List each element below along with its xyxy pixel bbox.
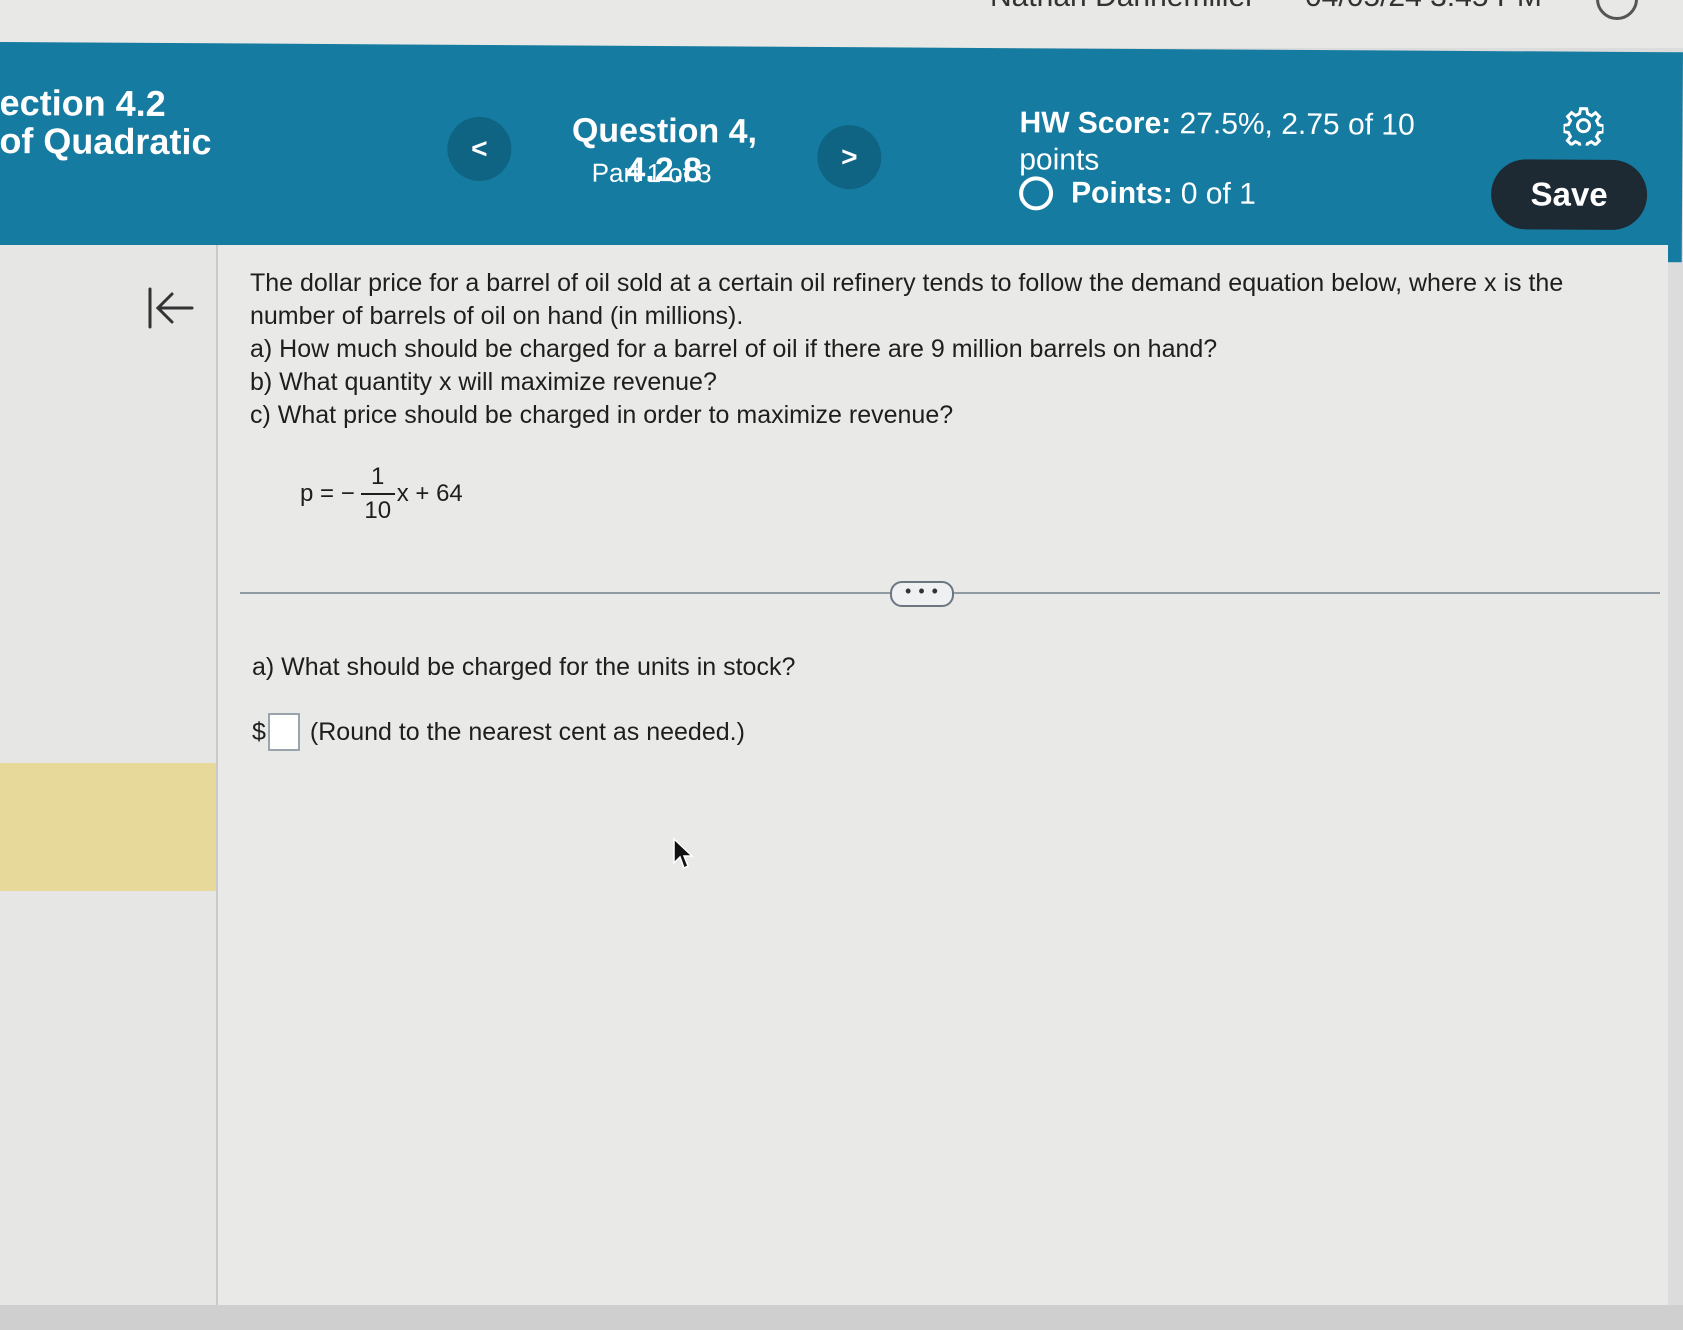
expand-handle[interactable]: • • • xyxy=(890,581,954,607)
rounding-hint: (Round to the nearest cent as needed.) xyxy=(309,717,745,746)
mouse-cursor-icon xyxy=(673,837,694,870)
top-bar: Nathan Dannemiller 04/05/24 3:45 PM xyxy=(0,0,1683,48)
question-header: ection 4.2 of Quadratic < Question 4, 4.… xyxy=(0,42,1683,263)
user-name: Nathan Dannemiller xyxy=(990,0,1255,14)
sidebar xyxy=(0,245,218,1305)
fraction-numerator: 1 xyxy=(360,463,395,495)
answer-input[interactable] xyxy=(267,713,300,751)
points-value: 0 of 1 xyxy=(1180,177,1256,211)
question-part-a: a) How much should be charged for a barr… xyxy=(250,335,1218,363)
points-label: Points: xyxy=(1070,176,1173,211)
save-button[interactable]: Save xyxy=(1490,159,1648,231)
equation-fraction: 1 10 xyxy=(360,463,395,525)
collapse-left-icon[interactable] xyxy=(144,285,196,331)
next-question-button[interactable]: > xyxy=(817,124,882,190)
question-text: The dollar price for a barrel of oil sol… xyxy=(250,267,1670,432)
question-line-1: The dollar price for a barrel of oil sol… xyxy=(250,269,1564,297)
hw-score-label: HW Score: xyxy=(1019,106,1172,141)
question-line-2: number of barrels of oil on hand (in mil… xyxy=(250,302,744,330)
previous-question-button[interactable]: < xyxy=(447,116,512,182)
question-part-c: c) What price should be charged in order… xyxy=(250,401,954,429)
hw-score: HW Score: 27.5%, 2.75 of 10 points xyxy=(1019,104,1439,181)
datetime: 04/05/24 3:45 PM xyxy=(1305,0,1542,14)
demand-equation: p = − 1 10 x + 64 xyxy=(300,463,463,525)
currency-symbol: $ xyxy=(252,717,266,746)
answer-row: $ (Round to the nearest cent as needed.) xyxy=(252,713,745,751)
equation-rhs: x + 64 xyxy=(396,480,463,507)
question-part-b: b) What quantity x will maximize revenue… xyxy=(250,368,717,396)
section-title: ection 4.2 of Quadratic xyxy=(0,81,212,163)
gear-icon[interactable] xyxy=(1563,106,1604,146)
bottom-edge xyxy=(0,1305,1683,1330)
sidebar-current-item[interactable] xyxy=(0,763,216,891)
equation-lhs: p = − xyxy=(300,480,355,507)
points-status: Points: 0 of 1 xyxy=(1018,176,1256,211)
question-panel: The dollar price for a barrel of oil sol… xyxy=(218,245,1668,1305)
status-circle-icon xyxy=(1018,176,1054,211)
fraction-denominator: 10 xyxy=(364,497,392,524)
help-icon[interactable] xyxy=(1596,0,1638,20)
question-part: Part 1 of 3 xyxy=(591,157,712,189)
answer-prompt: a) What should be charged for the units … xyxy=(252,653,796,681)
